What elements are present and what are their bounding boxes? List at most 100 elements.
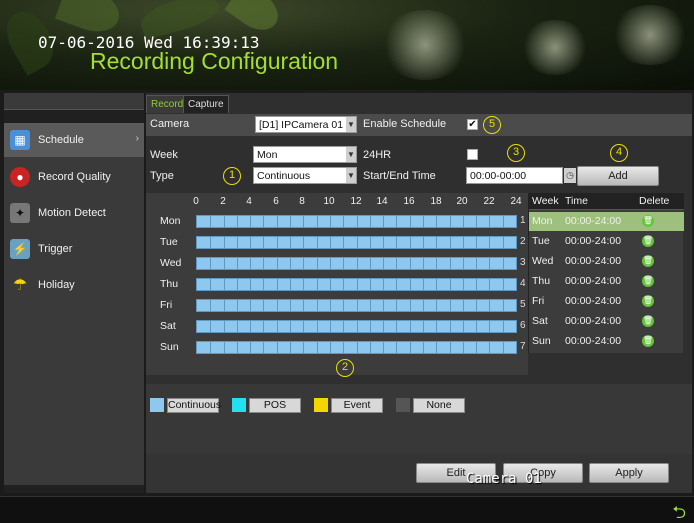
time-cell: 00:00-24:00	[565, 215, 622, 227]
trash-icon[interactable]: 🗑	[642, 215, 654, 227]
table-row[interactable]: Thu 00:00-24:00 🗑	[529, 272, 684, 291]
schedule-row-fri[interactable]	[196, 299, 517, 312]
hour-tick	[409, 216, 411, 227]
hour-tick	[422, 300, 424, 311]
legend-label-event: Event	[331, 398, 383, 413]
day-label: Sun	[160, 341, 179, 353]
sidebar-item-motion-detect[interactable]: ✦ Motion Detect	[4, 196, 144, 230]
week-cell: Thu	[532, 275, 551, 287]
trash-icon[interactable]: 🗑	[642, 335, 654, 347]
schedule-row-wed[interactable]	[196, 257, 517, 270]
hour-tick	[236, 300, 238, 311]
type-select[interactable]: Continuous ▼	[253, 167, 357, 184]
hour-tick	[502, 342, 504, 353]
schedule-row-tue[interactable]	[196, 236, 517, 249]
start-end-time-input[interactable]: 00:00-00:00	[466, 167, 563, 184]
hour-tick	[369, 237, 371, 248]
table-row[interactable]: Mon 00:00-24:00 🗑	[529, 212, 684, 231]
hour-tick	[502, 237, 504, 248]
hour-tick	[369, 279, 371, 290]
hour-label: 24	[510, 196, 522, 207]
hour-tick	[263, 279, 265, 290]
week-time-table: Week Time Delete Mon 00:00-24:00 🗑 Tue 0…	[528, 193, 684, 353]
schedule-row-sat[interactable]	[196, 320, 517, 333]
schedule-row-mon[interactable]	[196, 215, 517, 228]
table-row[interactable]: Sun 00:00-24:00 🗑	[529, 332, 684, 351]
week-table-header: Week Time Delete	[529, 193, 684, 210]
hour-label: 2	[220, 196, 226, 207]
schedule-row-thu[interactable]	[196, 278, 517, 291]
hour-tick	[489, 300, 491, 311]
legend-swatch-continuous	[150, 398, 164, 412]
sidebar-item-holiday[interactable]: ☂ Holiday	[4, 268, 144, 302]
trash-icon[interactable]: 🗑	[642, 315, 654, 327]
hour-tick	[236, 258, 238, 269]
hour-tick	[276, 342, 278, 353]
day-label: Tue	[160, 236, 178, 248]
hour-tick	[210, 321, 212, 332]
table-row[interactable]: Sat 00:00-24:00 🗑	[529, 312, 684, 331]
hour-tick	[396, 342, 398, 353]
sidebar-item-label: Motion Detect	[38, 207, 106, 219]
hour-tick	[290, 216, 292, 227]
camera-label: Camera	[150, 118, 190, 130]
hour-tick	[316, 321, 318, 332]
hour-tick	[276, 258, 278, 269]
hour-tick	[436, 300, 438, 311]
hour-tick	[276, 279, 278, 290]
hour-tick	[449, 216, 451, 227]
clock-icon[interactable]: ◷	[564, 168, 576, 183]
sidebar-item-schedule[interactable]: ▦ Schedule ›	[4, 123, 144, 157]
day-label: Thu	[160, 278, 179, 290]
table-row[interactable]: Fri 00:00-24:00 🗑	[529, 292, 684, 311]
week-cell: Sun	[532, 335, 551, 347]
hour-tick	[210, 237, 212, 248]
tab-capture[interactable]: Capture	[183, 95, 229, 113]
hour-tick	[250, 279, 252, 290]
trash-icon[interactable]: 🗑	[642, 255, 654, 267]
add-button[interactable]: Add	[577, 166, 659, 186]
sidebar-item-label: Holiday	[38, 279, 75, 291]
week-cell: Tue	[532, 235, 550, 247]
hour-tick	[343, 300, 345, 311]
hour-tick	[396, 279, 398, 290]
recording-configuration-screen: 07-06-2016 Wed 16:39:13 Recording Config…	[0, 0, 694, 523]
hour-tick	[409, 321, 411, 332]
hour-tick	[290, 237, 292, 248]
hour-tick	[329, 279, 331, 290]
hour-tick	[449, 237, 451, 248]
week-cell: Sat	[532, 315, 548, 327]
schedule-row-sun[interactable]	[196, 341, 517, 354]
24hr-checkbox[interactable]	[467, 149, 478, 160]
sidebar-menu: ▦ Schedule › ● Record Quality ✦ Motion D…	[4, 123, 144, 485]
trash-icon[interactable]: 🗑	[642, 295, 654, 307]
table-row[interactable]: Wed 00:00-24:00 🗑	[529, 252, 684, 271]
hour-tick	[383, 237, 385, 248]
enable-schedule-checkbox[interactable]: ✔	[467, 119, 478, 130]
hour-tick	[276, 237, 278, 248]
tab-record[interactable]: Record	[146, 95, 189, 113]
hour-tick	[250, 300, 252, 311]
hour-tick	[223, 237, 225, 248]
sidebar-item-label: Schedule	[38, 134, 84, 146]
back-icon[interactable]: ⮌	[672, 500, 686, 523]
sidebar: ▦ Schedule › ● Record Quality ✦ Motion D…	[4, 93, 144, 493]
sidebar-item-record-quality[interactable]: ● Record Quality	[4, 160, 144, 194]
start-end-time-value: 00:00-00:00	[470, 170, 527, 182]
apply-button[interactable]: Apply	[589, 463, 669, 483]
sidebar-item-trigger[interactable]: ⚡ Trigger	[4, 232, 144, 266]
hour-tick	[489, 279, 491, 290]
row-number: 2	[520, 236, 526, 247]
hour-tick	[276, 216, 278, 227]
table-row[interactable]: Tue 00:00-24:00 🗑	[529, 232, 684, 251]
hour-tick	[316, 279, 318, 290]
trash-icon[interactable]: 🗑	[642, 235, 654, 247]
day-label: Fri	[160, 299, 173, 311]
hour-tick	[369, 216, 371, 227]
motion-icon: ✦	[10, 203, 30, 223]
delete-column-header: Delete	[639, 195, 670, 207]
trash-icon[interactable]: 🗑	[642, 275, 654, 287]
camera-select[interactable]: [D1] IPCamera 01 ▼	[255, 116, 357, 133]
hour-tick	[329, 237, 331, 248]
week-select[interactable]: Mon ▼	[253, 146, 357, 163]
